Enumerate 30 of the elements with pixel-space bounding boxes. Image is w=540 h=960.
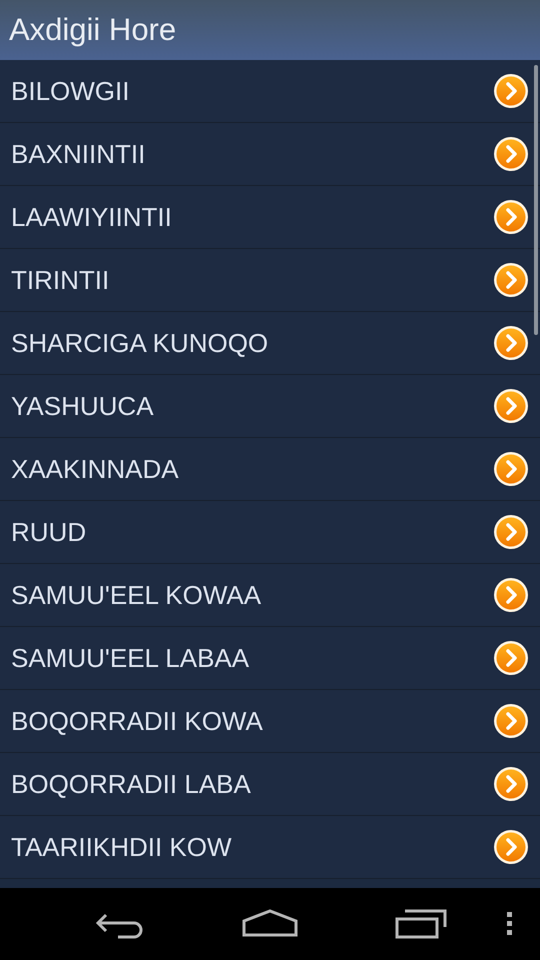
book-title: BILOWGII — [11, 76, 130, 106]
book-title: YASHUUCA — [11, 390, 154, 422]
book-title: BAXNIINTII — [11, 138, 146, 170]
chevron-right-icon — [493, 388, 529, 424]
book-title: XAAKINNADA — [11, 454, 179, 484]
book-title: RUUD — [11, 516, 86, 548]
home-icon[interactable] — [242, 909, 298, 937]
book-title: SAMUU'EEL KOWAA — [11, 580, 262, 610]
recent-apps-icon[interactable] — [395, 909, 447, 939]
book-title: SAMUU'EEL LABAA — [11, 642, 250, 674]
book-title: SHARCIGA KUNOQO — [11, 328, 268, 358]
chevron-right-icon — [493, 703, 529, 739]
book-title: TIRINTII — [11, 264, 110, 296]
chevron-right-icon — [493, 514, 529, 550]
chevron-right-icon — [493, 325, 529, 361]
book-title: TAARIIKHDII KOW — [11, 832, 232, 862]
chevron-right-icon — [493, 136, 529, 172]
screen-title: Axdigii Hore — [8, 12, 176, 48]
book-title: BOQORRADII LABA — [11, 768, 251, 800]
more-options-icon[interactable] — [506, 911, 514, 937]
chevron-right-icon — [493, 829, 529, 865]
chevron-right-icon — [493, 577, 529, 613]
chevron-right-icon — [493, 451, 529, 487]
book-title: LAAWIYIINTII — [11, 202, 172, 232]
chevron-right-icon — [493, 766, 529, 802]
book-title: BOQORRADII KOWA — [11, 706, 263, 736]
chevron-right-icon — [493, 640, 529, 676]
chevron-right-icon — [493, 199, 529, 235]
chevron-right-icon — [493, 73, 529, 109]
chevron-right-icon — [493, 262, 529, 298]
